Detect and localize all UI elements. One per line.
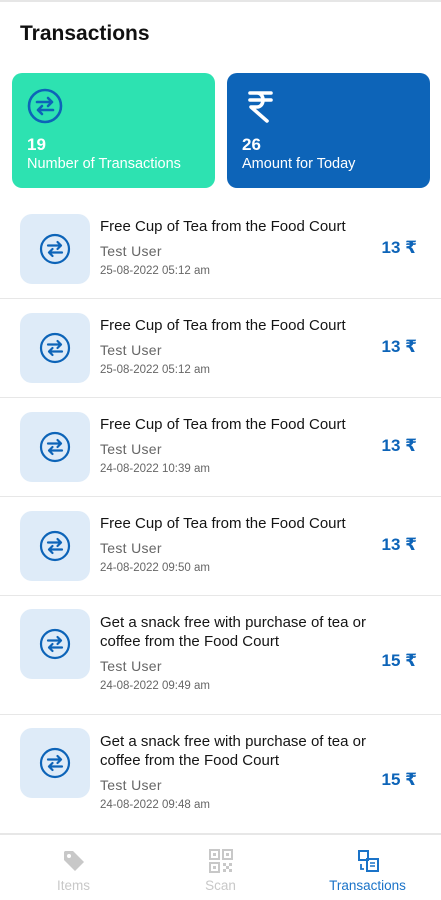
transaction-amount: 15 ₹ bbox=[381, 770, 417, 789]
transaction-timestamp: 24-08-2022 09:50 am bbox=[100, 562, 210, 574]
transaction-user: Test User bbox=[100, 441, 162, 457]
transaction-row[interactable]: Free Cup of Tea from the Food Court Test… bbox=[0, 299, 441, 398]
transaction-row[interactable]: Get a snack free with purchase of tea or… bbox=[0, 596, 441, 715]
transaction-details: Free Cup of Tea from the Food Court Test… bbox=[100, 415, 370, 475]
nav-item-scan[interactable]: Scan bbox=[147, 836, 294, 900]
transaction-details: Get a snack free with purchase of tea or… bbox=[100, 732, 370, 811]
transaction-icon-tile bbox=[20, 412, 90, 482]
transaction-row[interactable]: Free Cup of Tea from the Food Court Test… bbox=[0, 200, 441, 299]
transaction-title: Free Cup of Tea from the Food Court bbox=[100, 515, 346, 532]
transaction-title: Get a snack free with purchase of tea or… bbox=[100, 733, 366, 769]
rupee-icon bbox=[248, 91, 273, 123]
transaction-icon-tile bbox=[20, 511, 90, 581]
nav-item-items[interactable]: Items bbox=[0, 836, 147, 900]
transaction-user: Test User bbox=[100, 243, 162, 259]
transactions-icon bbox=[358, 850, 379, 872]
swap-icon bbox=[39, 628, 71, 660]
transaction-details: Get a snack free with purchase of tea or… bbox=[100, 613, 370, 692]
transaction-timestamp: 24-08-2022 09:49 am bbox=[100, 680, 210, 692]
tag-icon bbox=[64, 851, 84, 871]
transactions-count-value: 19 bbox=[27, 135, 46, 154]
transaction-title: Free Cup of Tea from the Food Court bbox=[100, 317, 346, 334]
transaction-amount: 13 ₹ bbox=[381, 436, 417, 455]
transaction-title: Get a snack free with purchase of tea or… bbox=[100, 614, 366, 650]
amount-today-card[interactable]: 26 Amount for Today bbox=[227, 73, 430, 188]
transaction-row[interactable]: Free Cup of Tea from the Food Court Test… bbox=[0, 497, 441, 596]
swap-icon bbox=[27, 88, 63, 124]
nav-label: Transactions bbox=[329, 878, 406, 893]
transaction-user: Test User bbox=[100, 658, 162, 674]
transaction-amount: 13 ₹ bbox=[381, 535, 417, 554]
bottom-navigation: Items Scan Transactions bbox=[0, 836, 441, 900]
nav-divider bbox=[0, 834, 441, 835]
transaction-row[interactable]: Free Cup of Tea from the Food Court Test… bbox=[0, 398, 441, 497]
transaction-title: Free Cup of Tea from the Food Court bbox=[100, 416, 346, 433]
swap-icon bbox=[39, 431, 71, 463]
transaction-timestamp: 25-08-2022 05:12 am bbox=[100, 265, 210, 277]
transaction-row[interactable]: Get a snack free with purchase of tea or… bbox=[0, 715, 441, 834]
transaction-user: Test User bbox=[100, 342, 162, 358]
transaction-user: Test User bbox=[100, 777, 162, 793]
nav-item-transactions[interactable]: Transactions bbox=[294, 836, 441, 900]
amount-today-label: Amount for Today bbox=[242, 156, 356, 172]
transaction-timestamp: 25-08-2022 05:12 am bbox=[100, 364, 210, 376]
nav-label: Items bbox=[56, 878, 90, 893]
transaction-icon-tile bbox=[20, 214, 90, 284]
transaction-timestamp: 24-08-2022 09:48 am bbox=[100, 799, 210, 811]
transactions-list: Free Cup of Tea from the Food Court Test… bbox=[0, 200, 441, 834]
transaction-timestamp: 24-08-2022 10:39 am bbox=[100, 463, 210, 475]
top-divider bbox=[0, 0, 441, 2]
transaction-user: Test User bbox=[100, 540, 162, 556]
transaction-details: Free Cup of Tea from the Food Court Test… bbox=[100, 514, 370, 574]
amount-today-value: 26 bbox=[242, 135, 261, 154]
swap-icon bbox=[39, 233, 71, 265]
transactions-count-card[interactable]: 19 Number of Transactions bbox=[12, 73, 215, 188]
swap-icon bbox=[39, 332, 71, 364]
transaction-title: Free Cup of Tea from the Food Court bbox=[100, 218, 346, 235]
transaction-details: Free Cup of Tea from the Food Court Test… bbox=[100, 217, 370, 277]
transactions-count-label: Number of Transactions bbox=[27, 156, 181, 172]
transaction-amount: 13 ₹ bbox=[381, 238, 417, 257]
transaction-amount: 15 ₹ bbox=[381, 651, 417, 670]
transaction-icon-tile bbox=[20, 313, 90, 383]
qr-code-icon bbox=[209, 849, 233, 873]
swap-icon bbox=[39, 747, 71, 779]
transaction-details: Free Cup of Tea from the Food Court Test… bbox=[100, 316, 370, 376]
swap-icon bbox=[39, 530, 71, 562]
page-title: Transactions bbox=[20, 22, 150, 45]
transaction-icon-tile bbox=[20, 728, 90, 798]
transaction-amount: 13 ₹ bbox=[381, 337, 417, 356]
nav-label: Scan bbox=[205, 878, 236, 893]
transaction-icon-tile bbox=[20, 609, 90, 679]
